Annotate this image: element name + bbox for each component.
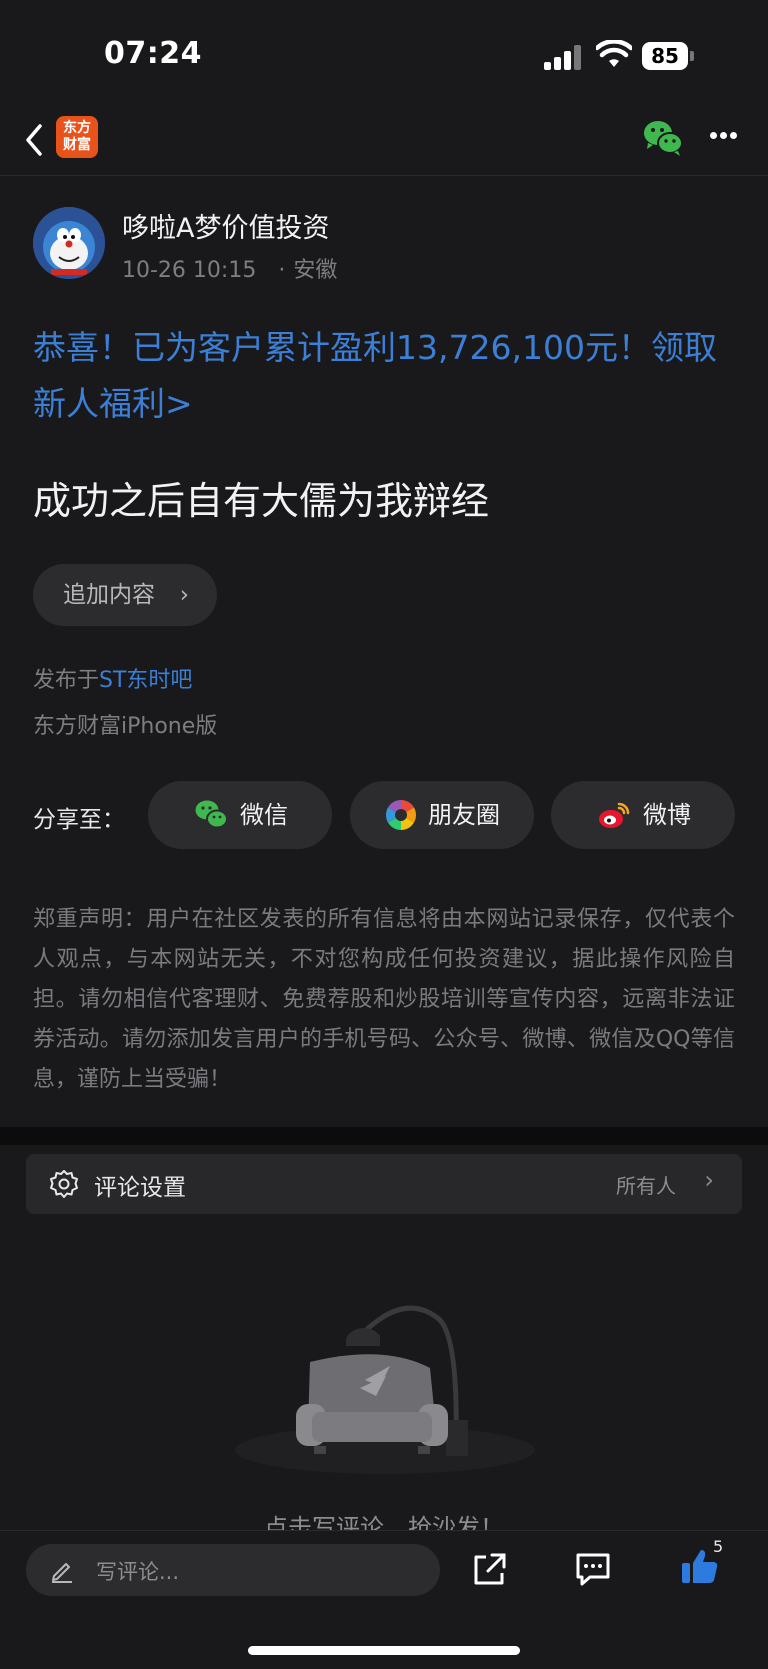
battery-level: 85 xyxy=(642,42,688,70)
share-moments-button[interactable]: 朋友圈 xyxy=(350,781,534,849)
append-content-button[interactable]: 追加内容 › xyxy=(33,564,217,626)
share-moments-label: 朋友圈 xyxy=(428,801,500,829)
app-logo-line2: 财富 xyxy=(63,137,91,153)
post-datetime: 10-26 10:15 xyxy=(122,258,257,283)
status-bar: 07:24 85 xyxy=(0,0,768,104)
pencil-icon xyxy=(52,1563,72,1583)
moments-icon xyxy=(385,800,417,830)
board-link[interactable]: ST东时吧 xyxy=(99,668,192,693)
more-dots-icon[interactable] xyxy=(708,132,740,142)
share-wechat-button[interactable]: 微信 xyxy=(148,781,332,849)
comment-settings-label: 评论设置 xyxy=(94,1175,186,1201)
comments-icon[interactable] xyxy=(574,1551,612,1587)
post-location: 安徽 xyxy=(293,258,338,283)
comment-settings-row[interactable]: 评论设置 所有人 › xyxy=(26,1154,742,1214)
empty-comments-text[interactable]: 点击写评论，抢沙发！ xyxy=(0,1508,768,1530)
status-time: 07:24 xyxy=(104,36,202,71)
share-weibo-label: 微博 xyxy=(643,801,691,829)
post-title: 成功之后自有大儒为我辩经 xyxy=(33,479,490,523)
gear-icon xyxy=(50,1170,78,1198)
disclaimer: 郑重声明：用户在社区发表的所有信息将由本网站记录保存，仅代表个人观点，与本网站无… xyxy=(33,907,735,1092)
app-logo-line1: 东方 xyxy=(63,120,91,136)
share-out-icon[interactable] xyxy=(472,1551,508,1587)
share-label: 分享至： xyxy=(33,807,125,833)
append-content-label: 追加内容 xyxy=(63,582,155,608)
wechat-icon[interactable] xyxy=(642,118,684,158)
chevron-right-icon: › xyxy=(179,582,189,608)
chevron-right-icon: › xyxy=(704,1166,714,1194)
section-divider xyxy=(0,1127,768,1145)
app-logo[interactable]: 东方 财富 xyxy=(56,116,98,158)
home-indicator xyxy=(248,1646,520,1655)
weibo-icon xyxy=(599,802,630,828)
wifi-icon xyxy=(596,40,632,67)
back-icon[interactable] xyxy=(22,120,50,160)
published-prefix: 发布于 xyxy=(33,668,100,693)
post-meta: 10-26 10:15 · 安徽 xyxy=(122,258,338,283)
like-count: 5 xyxy=(713,1537,724,1556)
share-weibo-button[interactable]: 微博 xyxy=(551,781,735,849)
avatar[interactable] xyxy=(33,207,105,279)
client-info: 东方财富iPhone版 xyxy=(33,714,218,739)
sofa-illustration xyxy=(235,1305,535,1474)
cellular-signal-icon xyxy=(544,44,584,70)
write-comment-input[interactable]: 写评论... xyxy=(26,1544,440,1596)
share-wechat-label: 微信 xyxy=(240,801,288,829)
comment-settings-value: 所有人 xyxy=(616,1174,676,1198)
promo-link[interactable]: 恭喜！已为客户累计盈利13,726,100元！领取新人福利> xyxy=(33,320,733,432)
published-in: 发布于ST东时吧 xyxy=(33,662,192,694)
write-comment-placeholder: 写评论... xyxy=(96,1560,180,1584)
wechat-icon xyxy=(195,800,228,829)
nav-bar: 东方 财富 xyxy=(0,104,768,176)
bottom-bar: 写评论... 5 xyxy=(0,1530,768,1669)
battery-icon: 85 xyxy=(642,42,694,70)
author-name[interactable]: 哆啦A梦价值投资 xyxy=(122,206,329,245)
